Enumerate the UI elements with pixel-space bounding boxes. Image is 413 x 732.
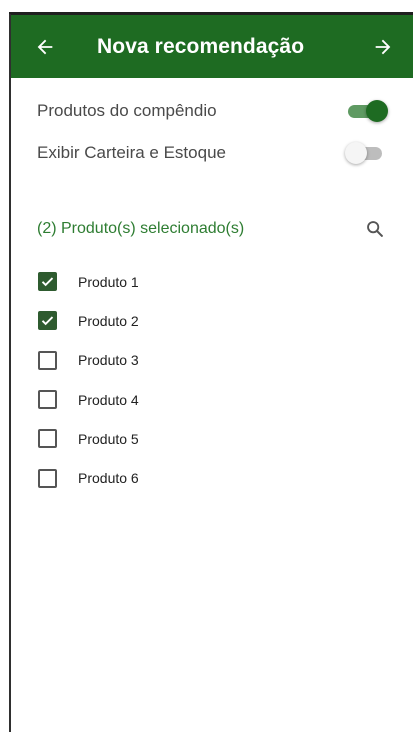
check-icon (41, 277, 54, 287)
product-list: Produto 1 Produto 2 Produto 3 Produto 4 … (38, 262, 338, 498)
screen: Nova recomendação Produtos do compêndio … (0, 0, 413, 732)
back-button[interactable] (21, 15, 69, 78)
setting-label: Produtos do compêndio (37, 101, 217, 120)
product-label: Produto 2 (78, 312, 139, 329)
setting-row-compendio: Produtos do compêndio (37, 96, 388, 126)
checkbox[interactable] (38, 429, 57, 449)
setting-row-carteira: Exibir Carteira e Estoque (37, 138, 387, 168)
product-label: Produto 3 (78, 352, 139, 369)
forward-button[interactable] (359, 15, 407, 78)
setting-label: Exibir Carteira e Estoque (37, 143, 226, 162)
toggle-thumb (345, 142, 367, 164)
checkbox[interactable] (38, 390, 57, 410)
selected-products-header: (2) Produto(s) selecionado(s) (37, 215, 389, 243)
checkbox[interactable] (38, 468, 57, 488)
search-icon (367, 221, 383, 237)
product-item[interactable]: Produto 3 (38, 341, 338, 380)
selected-count-label: (2) Produto(s) selecionado(s) (37, 220, 245, 237)
product-item[interactable]: Produto 5 (38, 419, 338, 458)
page-title: Nova recomendação (97, 34, 305, 58)
arrow-right-icon (375, 39, 391, 54)
checkbox[interactable] (38, 272, 57, 292)
carteira-estoque-toggle[interactable] (345, 141, 387, 165)
compendio-toggle[interactable] (345, 99, 388, 123)
product-item[interactable]: Produto 4 (38, 380, 338, 419)
toggle-thumb (366, 100, 388, 122)
check-icon (41, 316, 54, 326)
product-label: Produto 1 (78, 273, 139, 290)
product-label: Produto 6 (78, 470, 139, 487)
product-label: Produto 4 (78, 391, 139, 408)
product-label: Produto 5 (78, 430, 139, 447)
checkbox[interactable] (38, 350, 57, 370)
frame-left-border (9, 14, 11, 732)
product-item[interactable]: Produto 1 (38, 262, 338, 301)
checkbox[interactable] (38, 311, 57, 331)
search-button[interactable] (361, 215, 389, 243)
product-item[interactable]: Produto 2 (38, 301, 338, 340)
product-item[interactable]: Produto 6 (38, 458, 338, 497)
arrow-left-icon (37, 39, 53, 54)
app-bar: Nova recomendação (11, 15, 413, 78)
